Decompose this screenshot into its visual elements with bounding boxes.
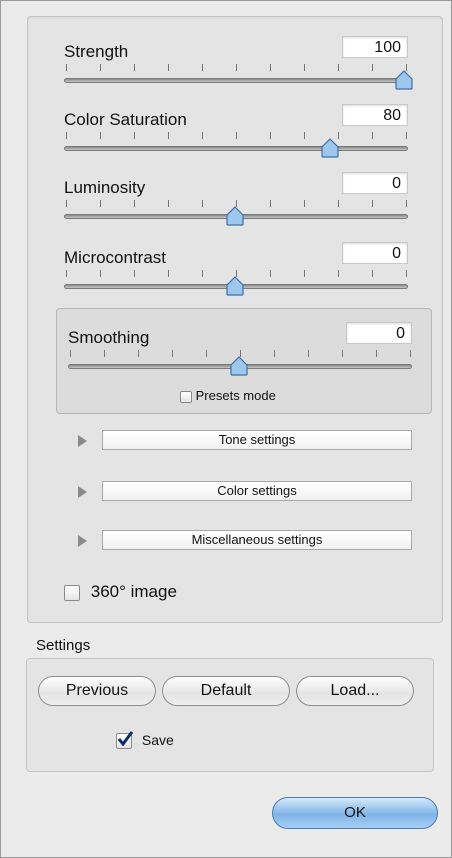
slider-tick (202, 200, 203, 207)
color-saturation-thumb[interactable] (321, 138, 339, 158)
save-checkbox-box[interactable] (116, 731, 134, 750)
slider-tick (342, 350, 343, 357)
strength-ticks (64, 64, 408, 74)
strength-label: Strength (64, 42, 129, 61)
default-button[interactable]: Default (162, 676, 290, 706)
checkmark-icon (117, 731, 134, 747)
slider-tick (304, 200, 305, 207)
slider-tick (372, 132, 373, 139)
color-saturation-slider-block: Color Saturation 80 (64, 104, 408, 166)
luminosity-value-field[interactable]: 0 (342, 172, 408, 194)
slider-tick (138, 350, 139, 357)
slider-tick (134, 64, 135, 71)
slider-tick (168, 270, 169, 277)
slider-tick (100, 64, 101, 71)
slider-tick (66, 270, 67, 277)
luminosity-label: Luminosity (64, 178, 146, 197)
slider-tick (236, 132, 237, 139)
slider-tick (372, 64, 373, 71)
slider-tick (304, 270, 305, 277)
slider-tick (202, 270, 203, 277)
slider-tick (66, 132, 67, 139)
microcontrast-label: Microcontrast (64, 248, 167, 267)
image-360-checkbox-box[interactable] (64, 584, 80, 601)
slider-tick (372, 200, 373, 207)
slider-tick (338, 200, 339, 207)
slider-tick (168, 64, 169, 71)
slider-tick (100, 132, 101, 139)
slider-tick (100, 270, 101, 277)
slider-tick (308, 350, 309, 357)
slider-tick (338, 270, 339, 277)
slider-tick (172, 350, 173, 357)
slider-tick (66, 200, 67, 207)
miscellaneous-settings-button[interactable]: Miscellaneous settings (102, 530, 412, 550)
luminosity-slider-block: Luminosity 0 (64, 172, 408, 234)
save-label: Save (141, 732, 174, 748)
slider-tick (66, 64, 67, 71)
presets-mode-checkbox-box[interactable] (180, 390, 192, 403)
settings-title: Settings (36, 637, 91, 654)
slider-tick (406, 200, 407, 207)
image-360-label: 360° image (90, 582, 177, 601)
slider-tick (338, 64, 339, 71)
microcontrast-thumb[interactable] (226, 276, 244, 296)
presets-mode-checkbox[interactable]: Presets mode (180, 388, 276, 403)
slider-tick (168, 132, 169, 139)
smoothing-thumb[interactable] (230, 356, 248, 376)
ok-button[interactable]: OK (272, 797, 438, 829)
slider-tick (270, 200, 271, 207)
slider-tick (376, 350, 377, 357)
slider-tick (202, 132, 203, 139)
slider-tick (406, 132, 407, 139)
strength-slider-block: Strength 100 (64, 36, 413, 98)
slider-tick (104, 350, 105, 357)
smoothing-slider-block: Smoothing 0 (68, 322, 412, 384)
presets-mode-label: Presets mode (195, 388, 276, 403)
smoothing-value-field[interactable]: 0 (346, 322, 412, 344)
slider-tick (406, 270, 407, 277)
slider-tick (206, 350, 207, 357)
disclosure-triangle-icon[interactable] (78, 535, 87, 547)
slider-tick (134, 200, 135, 207)
slider-tick (202, 64, 203, 71)
slider-tick (270, 64, 271, 71)
color-settings-button[interactable]: Color settings (102, 481, 412, 501)
slider-tick (168, 200, 169, 207)
miscellaneous-settings-row[interactable]: Miscellaneous settings (78, 530, 412, 552)
luminosity-thumb[interactable] (226, 206, 244, 226)
disclosure-triangle-icon[interactable] (78, 435, 87, 447)
slider-tick (270, 270, 271, 277)
load-button[interactable]: Load... (296, 676, 414, 706)
slider-tick (410, 350, 411, 357)
slider-tick (70, 350, 71, 357)
color-saturation-label: Color Saturation (64, 110, 187, 129)
slider-tick (304, 64, 305, 71)
color-saturation-ticks (64, 132, 408, 142)
slider-tick (270, 132, 271, 139)
slider-tick (100, 200, 101, 207)
tone-settings-row[interactable]: Tone settings (78, 430, 412, 452)
color-saturation-value-field[interactable]: 80 (342, 104, 408, 126)
save-checkbox[interactable]: Save (116, 731, 174, 750)
previous-button[interactable]: Previous (38, 676, 156, 706)
slider-tick (274, 350, 275, 357)
disclosure-triangle-icon[interactable] (78, 486, 87, 498)
strength-track[interactable] (64, 78, 408, 83)
image-360-checkbox[interactable]: 360° image (64, 582, 177, 602)
tone-settings-button[interactable]: Tone settings (102, 430, 412, 450)
slider-tick (236, 64, 237, 71)
smoothing-label: Smoothing (68, 328, 150, 347)
strength-value-field[interactable]: 100 (342, 36, 408, 58)
microcontrast-value-field[interactable]: 0 (342, 242, 408, 264)
microcontrast-slider-block: Microcontrast 0 (64, 242, 408, 304)
slider-tick (134, 132, 135, 139)
strength-thumb[interactable] (395, 70, 413, 90)
color-saturation-track[interactable] (64, 146, 408, 151)
slider-tick (372, 270, 373, 277)
color-settings-row[interactable]: Color settings (78, 481, 412, 503)
slider-tick (134, 270, 135, 277)
slider-tick (304, 132, 305, 139)
